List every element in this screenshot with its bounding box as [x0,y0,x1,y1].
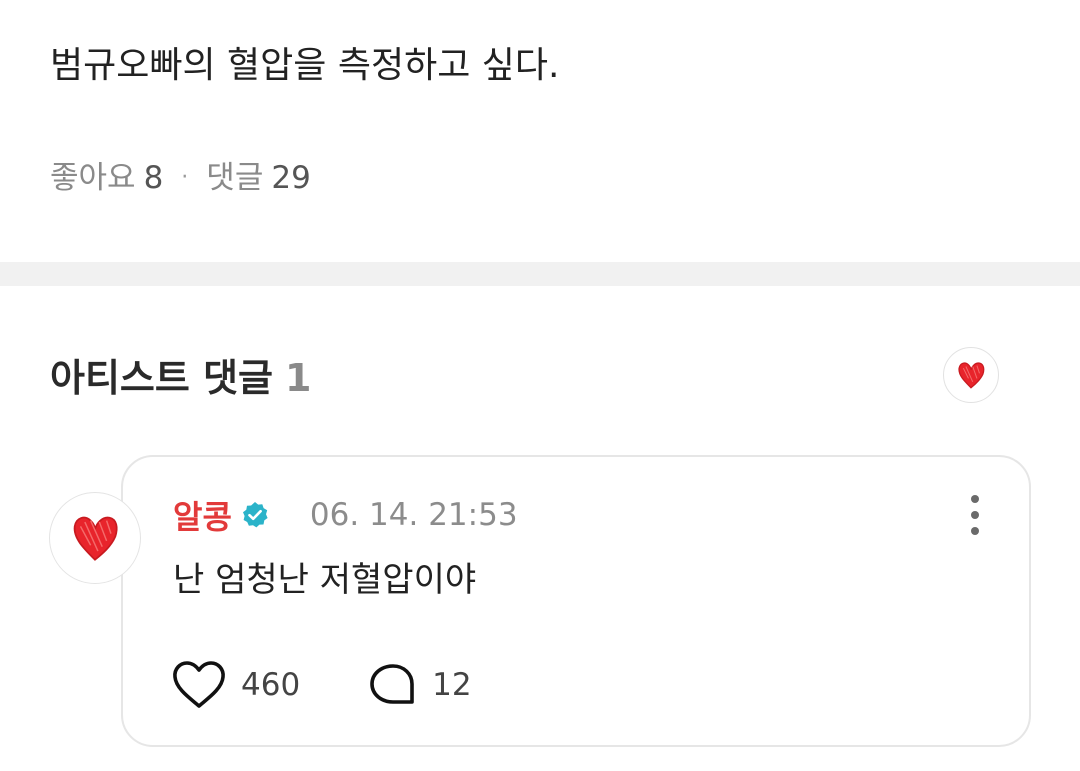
artist-comments-title-text: 아티스트 댓글 [50,356,273,400]
stats-separator: · [181,165,189,190]
more-dot [971,527,979,535]
comment-author-avatar[interactable] [49,492,141,584]
comment-body: 난 엄청난 저혈압이야 [173,560,477,600]
reply-count: 12 [432,667,472,703]
comment-actions: 460 12 [171,657,472,713]
post-stats: 좋아요 8 · 댓글 29 [50,156,311,200]
more-vertical-icon[interactable] [965,493,985,537]
more-dot [971,495,979,503]
likes-count: 8 [143,160,164,196]
comment-meta: 알콩 06. 14. 21:53 [173,493,518,537]
speech-bubble-icon [370,664,414,704]
comment-timestamp: 06. 14. 21:53 [309,497,518,533]
artist-comment-card: 알콩 06. 14. 21:53 난 엄청난 저혈압이야 460 12 [121,455,1031,747]
comments-count: 29 [271,160,311,196]
artist-comments-title: 아티스트 댓글 1 [50,350,311,406]
post-text: 범규오빠의 혈압을 측정하고 싶다. [50,45,560,86]
like-count: 460 [241,667,301,703]
artist-filter-avatar[interactable] [943,347,999,403]
red-heart-icon [73,516,118,561]
more-dot [971,511,979,519]
likes-label[interactable]: 좋아요 [50,156,136,200]
comment-author[interactable]: 알콩 [173,492,232,538]
heart-outline-icon [173,661,225,708]
comments-label[interactable]: 댓글 [206,156,263,200]
verified-badge-icon [242,502,268,528]
reply-button[interactable]: 12 [368,662,472,708]
section-divider [0,262,1080,286]
artist-comments-header: 아티스트 댓글 1 [50,347,1010,410]
artist-comments-count: 1 [285,356,312,400]
red-heart-icon [958,362,985,389]
like-button[interactable]: 460 [171,660,300,710]
